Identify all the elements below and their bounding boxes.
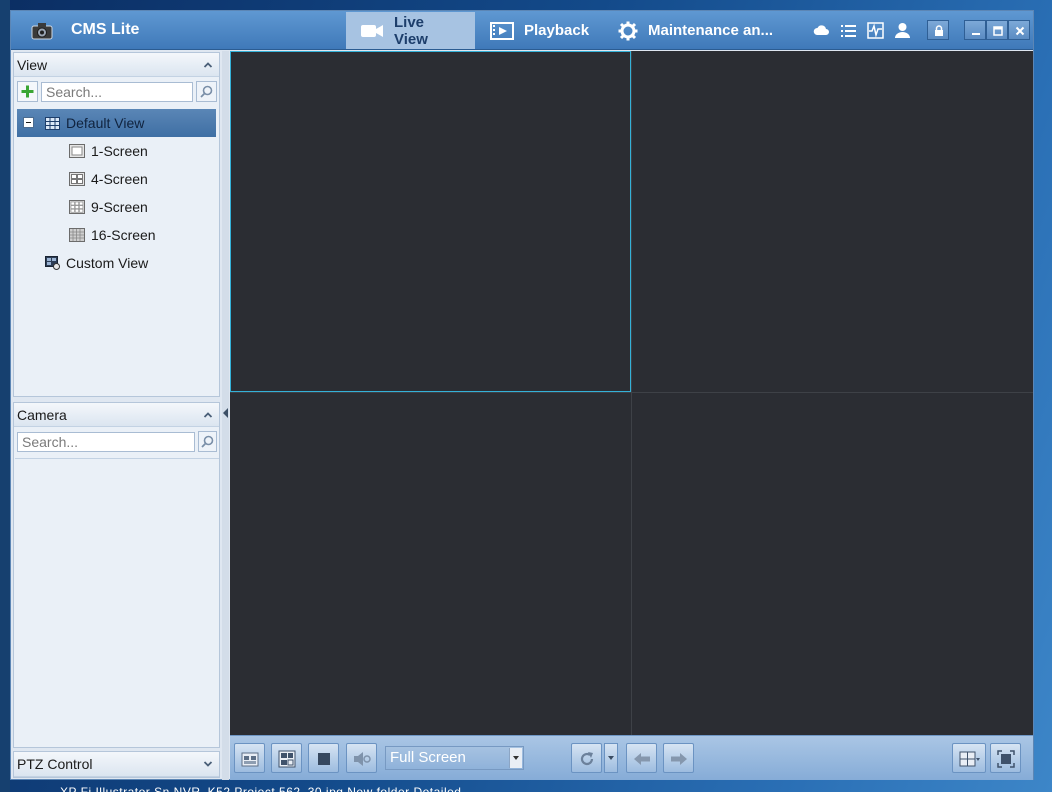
camera-panel-header[interactable]: Camera	[14, 403, 219, 427]
camera-list	[15, 458, 219, 744]
tree-item-label: 9-Screen	[91, 199, 148, 215]
add-view-button[interactable]	[17, 81, 38, 102]
user-icon[interactable]	[894, 22, 911, 39]
single-screen-icon	[69, 144, 85, 158]
cloud-icon[interactable]	[813, 22, 830, 39]
fullscreen-button[interactable]	[990, 743, 1021, 773]
tab-live-view[interactable]: Live View	[346, 12, 475, 49]
app-logo-icon	[31, 21, 53, 41]
playback-icon	[490, 21, 514, 40]
tree-item-default-view[interactable]: Default View	[17, 109, 216, 137]
fullscreen-icon	[997, 750, 1015, 768]
maximize-icon	[993, 26, 1003, 36]
custom-view-icon	[45, 256, 60, 270]
nine-screen-icon	[69, 200, 85, 214]
app-title: CMS Lite	[71, 21, 140, 38]
next-page-button[interactable]	[663, 743, 694, 773]
activity-icon[interactable]	[867, 22, 884, 39]
ptz-panel-header[interactable]: PTZ Control	[14, 752, 219, 777]
desktop-icon-strip	[0, 0, 10, 792]
video-cell-2[interactable]	[632, 51, 1033, 392]
camera-search-button[interactable]	[198, 431, 217, 452]
view-panel: View Search... Default View 1-Screen 4-S…	[13, 52, 220, 397]
view-search-button[interactable]	[196, 81, 217, 102]
tree-item-4-screen[interactable]: 4-Screen	[17, 165, 216, 193]
stream-mode-select[interactable]: Full Screen	[385, 746, 524, 770]
refresh-icon	[580, 752, 594, 766]
minimize-icon	[972, 33, 980, 35]
tree-item-custom-view[interactable]: Custom View	[17, 249, 216, 277]
collapse-arrow-icon[interactable]	[223, 408, 228, 418]
stop-all-button[interactable]	[308, 743, 339, 773]
camera-panel: Camera	[13, 402, 220, 748]
camera-search-input[interactable]	[17, 431, 195, 452]
tab-maintenance[interactable]: Maintenance an...	[604, 12, 788, 49]
collapse-toggle[interactable]	[23, 117, 34, 128]
close-icon	[1015, 26, 1025, 36]
tab-live-view-label: Live View	[394, 13, 428, 48]
ptz-panel: PTZ Control	[13, 751, 220, 778]
view-panel-title: View	[17, 56, 48, 73]
tab-playback-label: Playback	[524, 22, 590, 39]
desktop-labels: XP Fi Illustrator Sn NVR_K52 Project 562…	[60, 785, 462, 792]
snapshot-icon	[241, 752, 259, 767]
tree-item-16-screen[interactable]: 16-Screen	[17, 221, 216, 249]
chevron-up-icon[interactable]	[203, 61, 213, 69]
arrow-right-icon	[671, 753, 687, 765]
arrow-left-icon	[634, 753, 650, 765]
dropdown-arrow-icon[interactable]	[509, 748, 522, 768]
tree-item-label: Custom View	[66, 255, 149, 271]
close-button[interactable]	[1008, 20, 1030, 40]
tree-item-1-screen[interactable]: 1-Screen	[17, 137, 216, 165]
maximize-button[interactable]	[986, 20, 1008, 40]
title-bar: CMS Lite Live View Playback Maintenance …	[11, 11, 1033, 50]
speaker-muted-icon	[354, 752, 371, 766]
tree-item-9-screen[interactable]: 9-Screen	[17, 193, 216, 221]
snapshot-button[interactable]	[234, 743, 265, 773]
lock-button[interactable]	[927, 20, 949, 40]
layout-edit-icon	[278, 750, 296, 768]
plus-icon	[21, 85, 34, 98]
chevron-down-icon[interactable]	[203, 760, 213, 768]
list-icon[interactable]	[840, 22, 857, 39]
camera-icon	[361, 24, 383, 37]
tree-item-label: 4-Screen	[91, 171, 148, 187]
chevron-up-icon[interactable]	[203, 411, 213, 419]
screen-layout-button[interactable]	[952, 743, 986, 773]
tree-item-label: 16-Screen	[91, 227, 156, 243]
search-icon	[200, 85, 213, 98]
minimize-button[interactable]	[964, 20, 986, 40]
view-search-input[interactable]	[41, 81, 193, 102]
previous-page-button[interactable]	[626, 743, 657, 773]
stop-icon	[318, 753, 330, 765]
tab-playback[interactable]: Playback	[476, 12, 598, 49]
four-screen-icon	[69, 172, 85, 186]
cms-lite-window: CMS Lite Live View Playback Maintenance …	[10, 10, 1034, 780]
screen-layout-icon	[959, 751, 980, 767]
layout-edit-button[interactable]	[271, 743, 302, 773]
view-tree: Default View 1-Screen 4-Screen 9-Screen …	[14, 106, 219, 280]
tree-item-label: 1-Screen	[91, 143, 148, 159]
video-cell-4[interactable]	[632, 393, 1033, 735]
sequence-button[interactable]	[571, 743, 602, 773]
lock-icon	[935, 25, 943, 36]
view-panel-header[interactable]: View	[14, 53, 219, 77]
search-icon	[201, 435, 214, 448]
stream-mode-value: Full Screen	[390, 749, 466, 766]
video-cell-3[interactable]	[230, 393, 631, 735]
video-grid	[230, 51, 1033, 735]
tab-maintenance-label: Maintenance an...	[648, 22, 774, 39]
panel-splitter[interactable]	[222, 51, 229, 780]
live-toolbar: Full Screen	[230, 735, 1033, 780]
camera-panel-title: Camera	[17, 406, 67, 423]
gear-icon	[618, 21, 638, 40]
mute-button[interactable]	[346, 743, 377, 773]
sixteen-screen-icon	[69, 228, 85, 242]
ptz-panel-title: PTZ Control	[17, 756, 93, 772]
view-grid-icon	[45, 116, 60, 130]
sequence-options-dropdown[interactable]	[604, 743, 618, 773]
video-cell-1[interactable]	[230, 51, 631, 392]
tree-item-label: Default View	[66, 115, 145, 131]
